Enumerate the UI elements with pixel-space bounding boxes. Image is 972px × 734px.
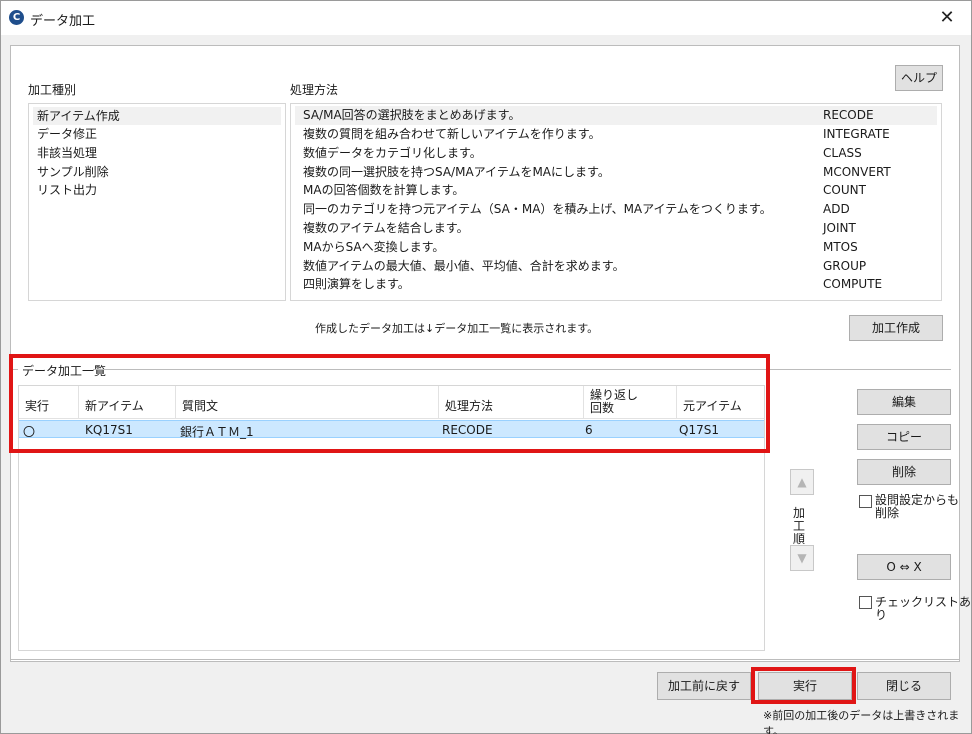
method-row[interactable]: MAの回答個数を計算します。 COUNT: [295, 181, 937, 200]
method-code: GROUP: [823, 259, 867, 273]
method-code: CLASS: [823, 146, 862, 160]
method-code: MTOS: [823, 240, 858, 254]
method-code: MCONVERT: [823, 165, 891, 179]
method-row[interactable]: 複数の質問を組み合わせて新しいアイテムを作ります。 INTEGRATE: [295, 125, 937, 144]
close-icon[interactable]: ✕: [929, 4, 965, 32]
copy-button[interactable]: コピー: [857, 424, 951, 450]
delete-from-settings-checkbox[interactable]: [859, 495, 872, 508]
column-header-run[interactable]: 実行: [19, 386, 79, 419]
method-description: 複数のアイテムを結合します。: [303, 221, 469, 235]
list-label: データ加工一覧: [20, 362, 109, 379]
cell-run[interactable]: 〇: [23, 423, 35, 440]
table-header: 実行 新アイテム 質問文 処理方法 繰り返し 回数 元アイテム: [19, 386, 764, 419]
method-description: 四則演算をします。: [303, 277, 410, 291]
cell-question: 銀行ＡＴＭ_1: [180, 425, 254, 439]
cell-repeat: 6: [585, 423, 593, 437]
category-item-data-fix[interactable]: データ修正: [37, 125, 97, 143]
processing-list-table[interactable]: 実行 新アイテム 質問文 処理方法 繰り返し 回数 元アイテム 〇 KQ17S1 …: [18, 385, 765, 651]
creation-note: 作成したデータ加工は↓データ加工一覧に表示されます。: [315, 322, 599, 335]
column-header-new-item[interactable]: 新アイテム: [79, 386, 176, 419]
category-item-list-output[interactable]: リスト出力: [37, 181, 97, 199]
run-button[interactable]: 実行: [758, 672, 852, 700]
revert-button[interactable]: 加工前に戻す: [657, 672, 751, 700]
method-row[interactable]: 複数のアイテムを結合します。 JOINT: [295, 219, 937, 238]
method-description: 数値アイテムの最大値、最小値、平均値、合計を求めます。: [303, 259, 625, 273]
method-row[interactable]: 四則演算をします。 COMPUTE: [295, 275, 937, 294]
edit-button[interactable]: 編集: [857, 389, 951, 415]
method-code: COMPUTE: [823, 277, 883, 291]
delete-button[interactable]: 削除: [857, 459, 951, 485]
method-code: ADD: [823, 202, 850, 216]
method-description: MAの回答個数を計算します。: [303, 183, 465, 197]
column-header-source[interactable]: 元アイテム: [677, 386, 764, 419]
checklist-label: チェックリストあり: [875, 595, 972, 622]
category-item-new-item[interactable]: 新アイテム作成: [33, 107, 281, 125]
app-icon: C: [9, 10, 24, 25]
cell-source: Q17S1: [679, 423, 719, 437]
title-bar: C データ加工 ✕: [1, 1, 971, 35]
category-label: 加工種別: [28, 83, 77, 97]
method-description: 複数の同一選択肢を持つSA/MAアイテムをMAにします。: [303, 165, 610, 179]
footer-divider: [10, 659, 960, 660]
method-description: 複数の質問を組み合わせて新しいアイテムを作ります。: [303, 127, 601, 141]
column-header-method[interactable]: 処理方法: [439, 386, 584, 419]
method-description: SA/MA回答の選択肢をまとめあげます。: [303, 108, 521, 122]
method-row[interactable]: 同一のカテゴリを持つ元アイテム（SA・MA）を積み上げ、MAアイテムをつくります…: [295, 200, 937, 219]
delete-from-settings-label: 設問設定からも 削除: [875, 493, 960, 520]
checklist-checkbox[interactable]: [859, 596, 872, 609]
method-row[interactable]: 数値アイテムの最大値、最小値、平均値、合計を求めます。 GROUP: [295, 257, 937, 276]
table-row[interactable]: 〇 KQ17S1 銀行ＡＴＭ_1 RECODE 6 Q17S1: [19, 420, 764, 440]
help-button[interactable]: ヘルプ: [895, 65, 943, 91]
column-header-question[interactable]: 質問文: [176, 386, 439, 419]
data-processing-window: C データ加工 ✕ ヘルプ 加工種別 新アイテム作成 データ修正 非該当処理 サ…: [0, 0, 972, 734]
overwrite-warning: ※前回の加工後のデータは上書きされます。: [763, 709, 960, 734]
order-label: 加工 順: [792, 506, 805, 546]
toggle-ox-button[interactable]: O ⇔ X: [857, 554, 951, 580]
cell-new-item: KQ17S1: [85, 423, 133, 437]
group-divider: [93, 369, 951, 370]
method-row[interactable]: SA/MA回答の選択肢をまとめあげます。 RECODE: [295, 106, 937, 125]
category-item-non-applicable[interactable]: 非該当処理: [37, 144, 97, 162]
method-code: RECODE: [823, 108, 874, 122]
method-description: MAからSAへ変換します。: [303, 240, 445, 254]
category-list[interactable]: 新アイテム作成 データ修正 非該当処理 サンプル削除 リスト出力: [28, 103, 286, 301]
method-description: 同一のカテゴリを持つ元アイテム（SA・MA）を積み上げ、MAアイテムをつくります…: [303, 202, 772, 216]
method-list[interactable]: SA/MA回答の選択肢をまとめあげます。 RECODE 複数の質問を組み合わせて…: [290, 103, 942, 301]
method-row[interactable]: 数値データをカテゴリ化します。 CLASS: [295, 144, 937, 163]
close-button[interactable]: 閉じる: [857, 672, 951, 700]
move-down-icon[interactable]: ▼: [790, 545, 814, 571]
window-title: データ加工: [30, 14, 96, 29]
method-row[interactable]: 複数の同一選択肢を持つSA/MAアイテムをMAにします。 MCONVERT: [295, 163, 937, 182]
method-code: JOINT: [823, 221, 856, 235]
method-label: 処理方法: [290, 83, 339, 97]
move-up-icon[interactable]: ▲: [790, 469, 814, 495]
method-row[interactable]: MAからSAへ変換します。 MTOS: [295, 238, 937, 257]
method-description: 数値データをカテゴリ化します。: [303, 146, 482, 160]
method-code: COUNT: [823, 183, 866, 197]
category-item-sample-delete[interactable]: サンプル削除: [37, 163, 109, 181]
group-divider: [12, 369, 18, 370]
cell-method: RECODE: [442, 423, 493, 437]
column-header-repeat[interactable]: 繰り返し 回数: [584, 386, 677, 419]
method-code: INTEGRATE: [823, 127, 890, 141]
create-button[interactable]: 加工作成: [849, 315, 943, 341]
